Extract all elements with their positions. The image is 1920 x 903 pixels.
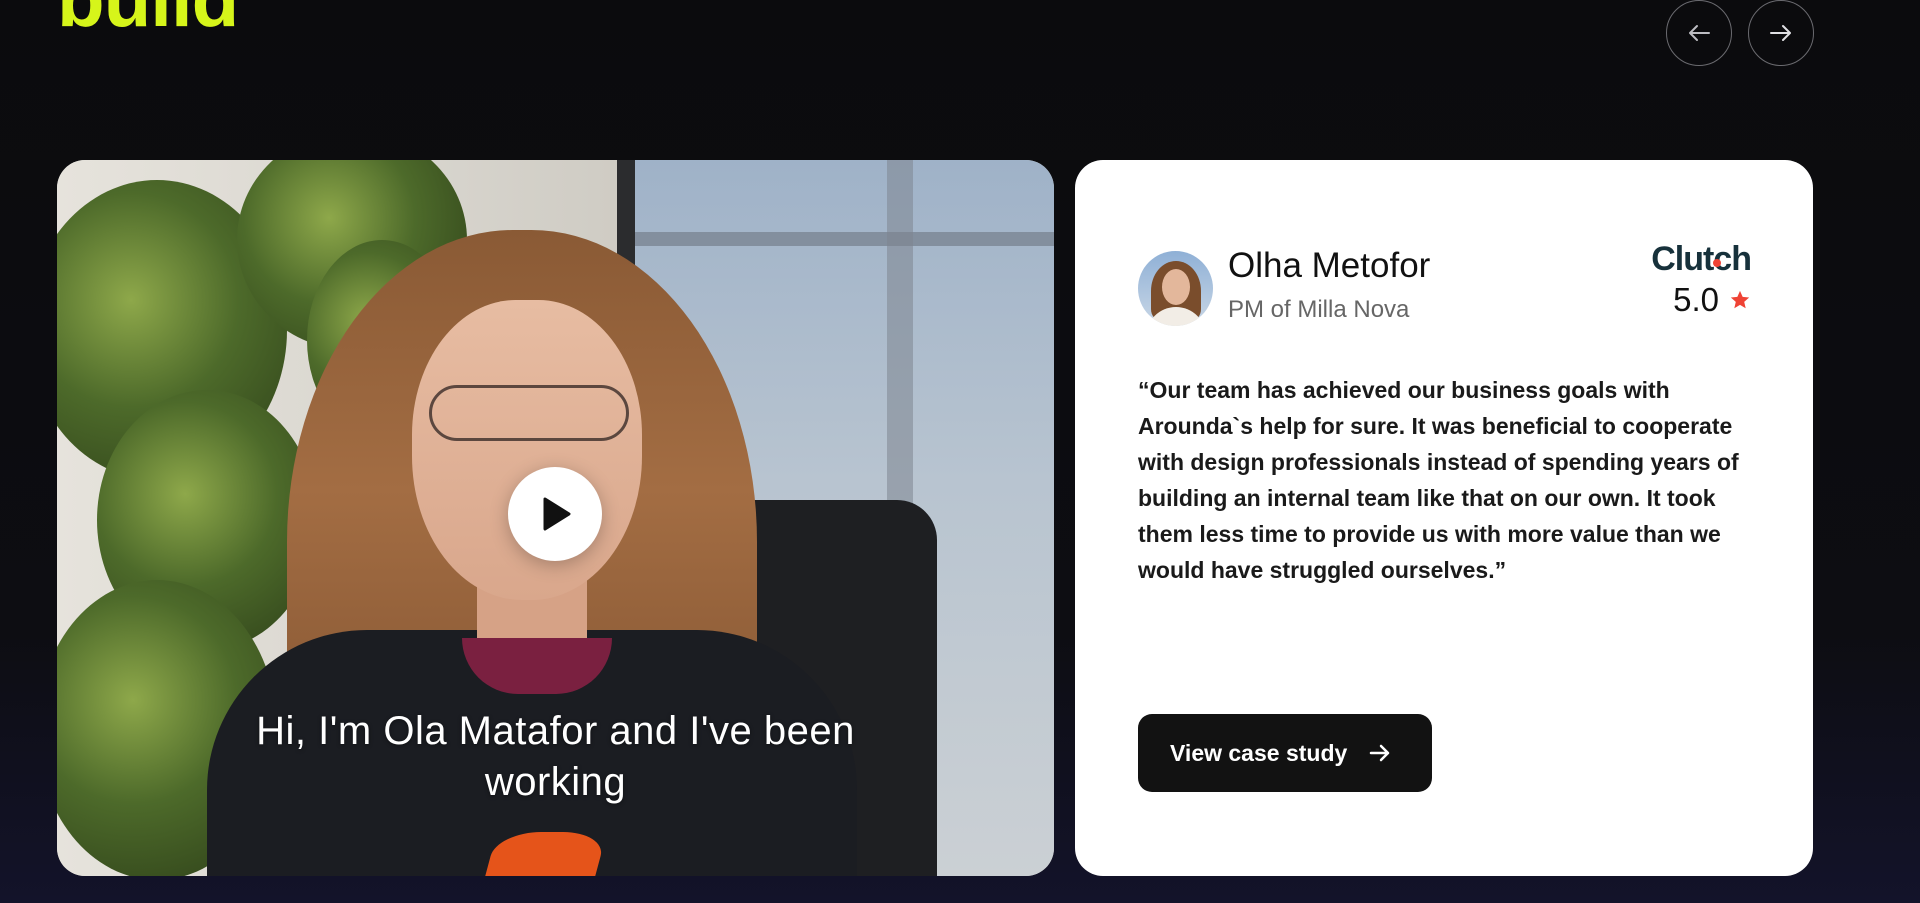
testimonials-section: build: [0, 0, 1920, 903]
video-testimonial[interactable]: Hi, I'm Ola Matafor and I've been workin…: [57, 160, 1054, 876]
testimonial-quote: “Our team has achieved our business goal…: [1138, 377, 1739, 583]
testimonial-card: Olha Metofor PM of Milla Nova Clutch 5.0…: [1075, 160, 1813, 876]
avatar: [1138, 251, 1213, 326]
play-button[interactable]: [508, 467, 602, 561]
carousel-next-button[interactable]: [1748, 0, 1814, 66]
cta-label: View case study: [1170, 739, 1348, 766]
arrow-left-icon: [1689, 25, 1710, 41]
star-icon: [1730, 290, 1750, 309]
arrow-right-icon: [1770, 25, 1791, 41]
video-caption: Hi, I'm Ola Matafor and I've been workin…: [256, 709, 855, 804]
clutch-rating: Clutch 5.0: [1651, 240, 1752, 319]
view-case-study-button[interactable]: View case study: [1138, 714, 1432, 792]
section-heading: build: [57, 0, 239, 38]
reviewer-name: Olha Metofor: [1228, 246, 1431, 285]
play-icon: [543, 497, 571, 531]
carousel-prev-button[interactable]: [1666, 0, 1732, 66]
arrow-right-icon: [1370, 744, 1390, 762]
rating-value: 5.0: [1673, 281, 1719, 318]
clutch-logo: Clutch: [1651, 240, 1752, 278]
reviewer-role: PM of Milla Nova: [1228, 296, 1410, 323]
